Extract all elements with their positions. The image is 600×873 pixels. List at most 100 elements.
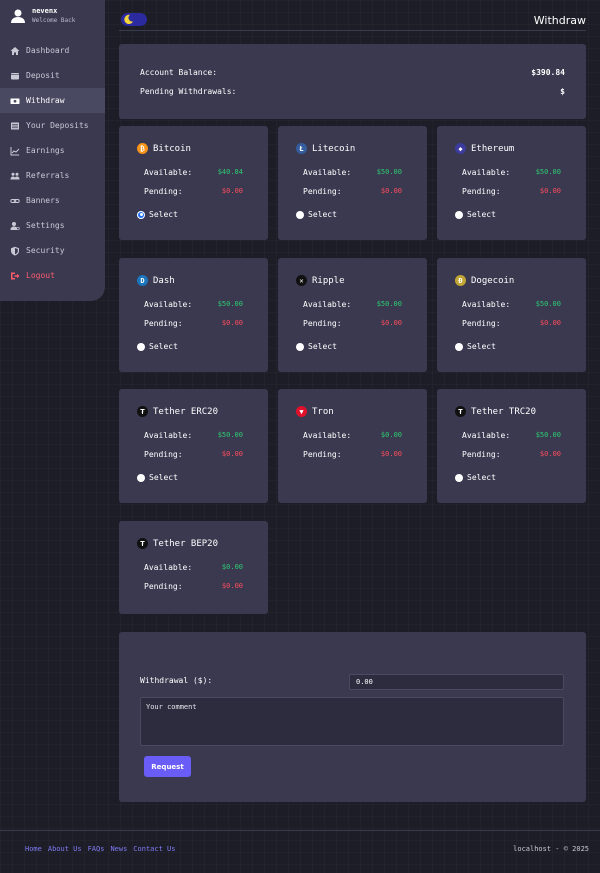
pending-withdrawals-label: Pending Withdrawals: (140, 87, 237, 96)
available-label: Available: (144, 168, 193, 177)
sidebar-item-security[interactable]: Security (0, 238, 105, 263)
pending-row: Pending: $0.00 (462, 319, 561, 328)
wallet-name: Dash (153, 275, 175, 286)
available-value: $40.84 (217, 168, 243, 176)
sidebar-item-your-deposits[interactable]: Your Deposits (0, 113, 105, 138)
sidebar-item-logout[interactable]: Logout (0, 263, 105, 288)
wallet-title: ₮ Tether BEP20 (137, 538, 218, 549)
comment-field[interactable] (140, 697, 564, 746)
available-label: Available: (303, 431, 352, 440)
top-bar: Withdraw (119, 10, 586, 31)
radio-button[interactable] (455, 342, 463, 351)
pending-value: $0.00 (221, 582, 243, 590)
available-value: $0.00 (380, 431, 402, 439)
sidebar-item-label: Withdraw (26, 96, 65, 105)
litecoin-coin-icon: Ł (296, 143, 307, 154)
sidebar-nav: Dashboard Deposit Withdraw Your Deposits… (0, 38, 105, 288)
welcome-text: Welcome Back (32, 17, 76, 24)
radio-button[interactable] (296, 342, 304, 351)
pending-row: Pending: $0.00 (303, 450, 402, 459)
sidebar-item-earnings[interactable]: Earnings (0, 138, 105, 163)
withdrawal-amount-input[interactable] (349, 674, 564, 690)
shield-icon (11, 246, 19, 255)
sidebar-item-label: Logout (26, 271, 55, 280)
available-row: Available: $0.00 (144, 563, 243, 572)
wallet-card-dogecoin: Ð Dogecoin Available: $50.00 Pending: $0.00 Se… (437, 258, 586, 372)
pending-label: Pending: (144, 582, 183, 591)
radio-button[interactable] (137, 342, 145, 351)
select-label: Select (467, 473, 496, 482)
select-tether-trc20-option[interactable]: Select (455, 473, 496, 482)
select-tether-erc20-option[interactable]: Select (137, 473, 178, 482)
select-dash-option[interactable]: Select (137, 342, 178, 351)
tether-erc20-coin-icon: ₮ (137, 406, 148, 417)
select-litecoin-option[interactable]: Select (296, 210, 337, 219)
pending-value: $0.00 (380, 319, 402, 327)
radio-button[interactable] (137, 473, 145, 482)
available-row: Available: $50.00 (144, 431, 243, 440)
sidebar-item-deposit[interactable]: Deposit (0, 63, 105, 88)
select-dogecoin-option[interactable]: Select (455, 342, 496, 351)
balance-card: Account Balance: $390.84 Pending Withdra… (119, 44, 586, 119)
sidebar-item-settings[interactable]: Settings (0, 213, 105, 238)
footer-link-about[interactable]: About Us (48, 845, 82, 853)
wallet-name: Bitcoin (153, 143, 191, 154)
available-value: $50.00 (376, 168, 402, 176)
radio-button[interactable] (137, 210, 145, 219)
tether-bep20-coin-icon: ₮ (137, 538, 148, 549)
radio-button[interactable] (455, 473, 463, 482)
footer-link-contact[interactable]: Contact Us (133, 845, 175, 853)
wallet-card-tron: ▼ Tron Available: $0.00 Pending: $0.00 (278, 389, 427, 503)
select-bitcoin-option[interactable]: Select (137, 210, 178, 219)
theme-toggle[interactable] (121, 13, 147, 26)
wallet-card-ripple: ✕ Ripple Available: $50.00 Pending: $0.00 Sele… (278, 258, 427, 372)
pending-row: Pending: $0.00 (144, 187, 243, 196)
select-label: Select (308, 342, 337, 351)
sidebar-item-referrals[interactable]: Referrals (0, 163, 105, 188)
radio-button[interactable] (296, 210, 304, 219)
pending-row: Pending: $0.00 (462, 450, 561, 459)
pending-row: Pending: $0.00 (144, 319, 243, 328)
sidebar-item-withdraw[interactable]: Withdraw (0, 88, 105, 113)
select-label: Select (467, 210, 496, 219)
footer-link-home[interactable]: Home (25, 845, 42, 853)
wallet-card-tether-erc20: ₮ Tether ERC20 Available: $50.00 Pending: $0.… (119, 389, 268, 503)
available-label: Available: (462, 300, 511, 309)
sidebar-item-dashboard[interactable]: Dashboard (0, 38, 105, 63)
wallet-title: Ł Litecoin (296, 143, 355, 154)
wallet-card-dash: D Dash Available: $50.00 Pending: $0.00 Select (119, 258, 268, 372)
select-label: Select (149, 473, 178, 482)
footer-link-news[interactable]: News (110, 845, 127, 853)
account-balance-row: Account Balance: $390.84 (140, 68, 565, 87)
logout-icon (11, 272, 20, 279)
request-button[interactable]: Request (144, 756, 191, 777)
select-ripple-option[interactable]: Select (296, 342, 337, 351)
sidebar-item-label: Deposit (26, 71, 60, 80)
select-label: Select (149, 210, 178, 219)
select-ethereum-option[interactable]: Select (455, 210, 496, 219)
ripple-coin-icon: ✕ (296, 275, 307, 286)
radio-button[interactable] (455, 210, 463, 219)
sidebar-item-label: Banners (26, 196, 60, 205)
available-row: Available: $0.00 (303, 431, 402, 440)
page-title: Withdraw (533, 14, 586, 27)
available-value: $50.00 (217, 300, 243, 308)
sidebar-item-label: Earnings (26, 146, 65, 155)
pending-label: Pending: (303, 187, 342, 196)
select-label: Select (467, 342, 496, 351)
pending-value: $0.00 (221, 319, 243, 327)
sidebar-item-banners[interactable]: Banners (0, 188, 105, 213)
pending-value: $0.00 (380, 187, 402, 195)
available-label: Available: (462, 431, 511, 440)
available-row: Available: $40.84 (144, 168, 243, 177)
home-icon (10, 46, 20, 55)
wallet-name: Tron (312, 406, 334, 417)
available-label: Available: (144, 431, 193, 440)
pending-row: Pending: $0.00 (144, 450, 243, 459)
footer-link-faqs[interactable]: FAQs (88, 845, 105, 853)
available-value: $50.00 (535, 431, 561, 439)
wallet-title: Ð Dogecoin (455, 275, 514, 286)
wallet-name: Ripple (312, 275, 345, 286)
wallet-name: Dogecoin (471, 275, 515, 286)
user-panel: nevenx Welcome Back (0, 0, 105, 32)
